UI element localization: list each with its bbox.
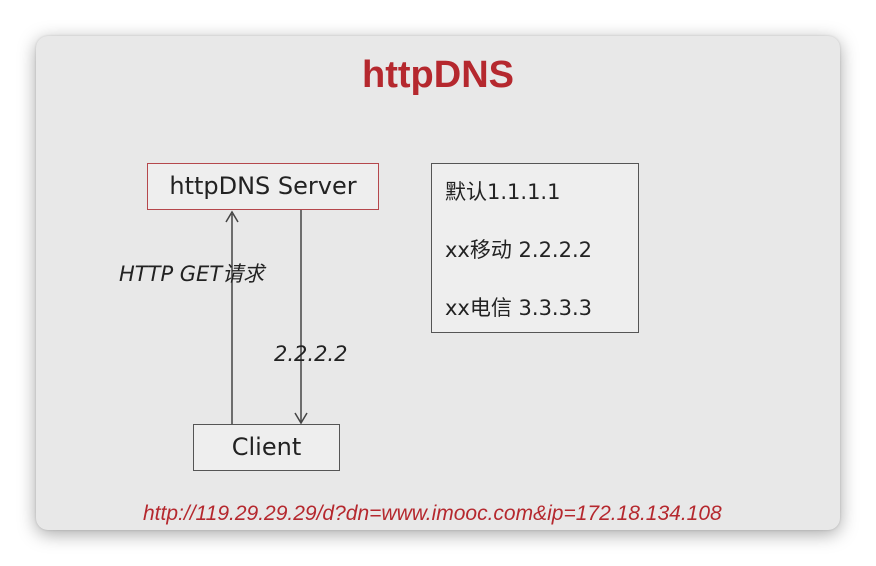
slide: httpDNS httpDNS Server Client HTTP GET请求… [36,36,840,530]
httpdns-server-box: httpDNS Server [147,163,379,210]
dns-mapping-box: 默认1.1.1.1 xx移动 2.2.2.2 xx电信 3.3.3.3 [431,163,639,333]
mapping-telecom: xx电信 3.3.3.3 [445,296,592,320]
request-label: HTTP GET请求 [119,262,265,286]
mapping-default: 默认1.1.1.1 [445,180,561,204]
mapping-mobile: xx移动 2.2.2.2 [445,238,592,262]
response-label: 2.2.2.2 [274,342,348,366]
request-url: http://119.29.29.29/d?dn=www.imooc.com&i… [143,502,722,525]
client-box: Client [193,424,340,471]
